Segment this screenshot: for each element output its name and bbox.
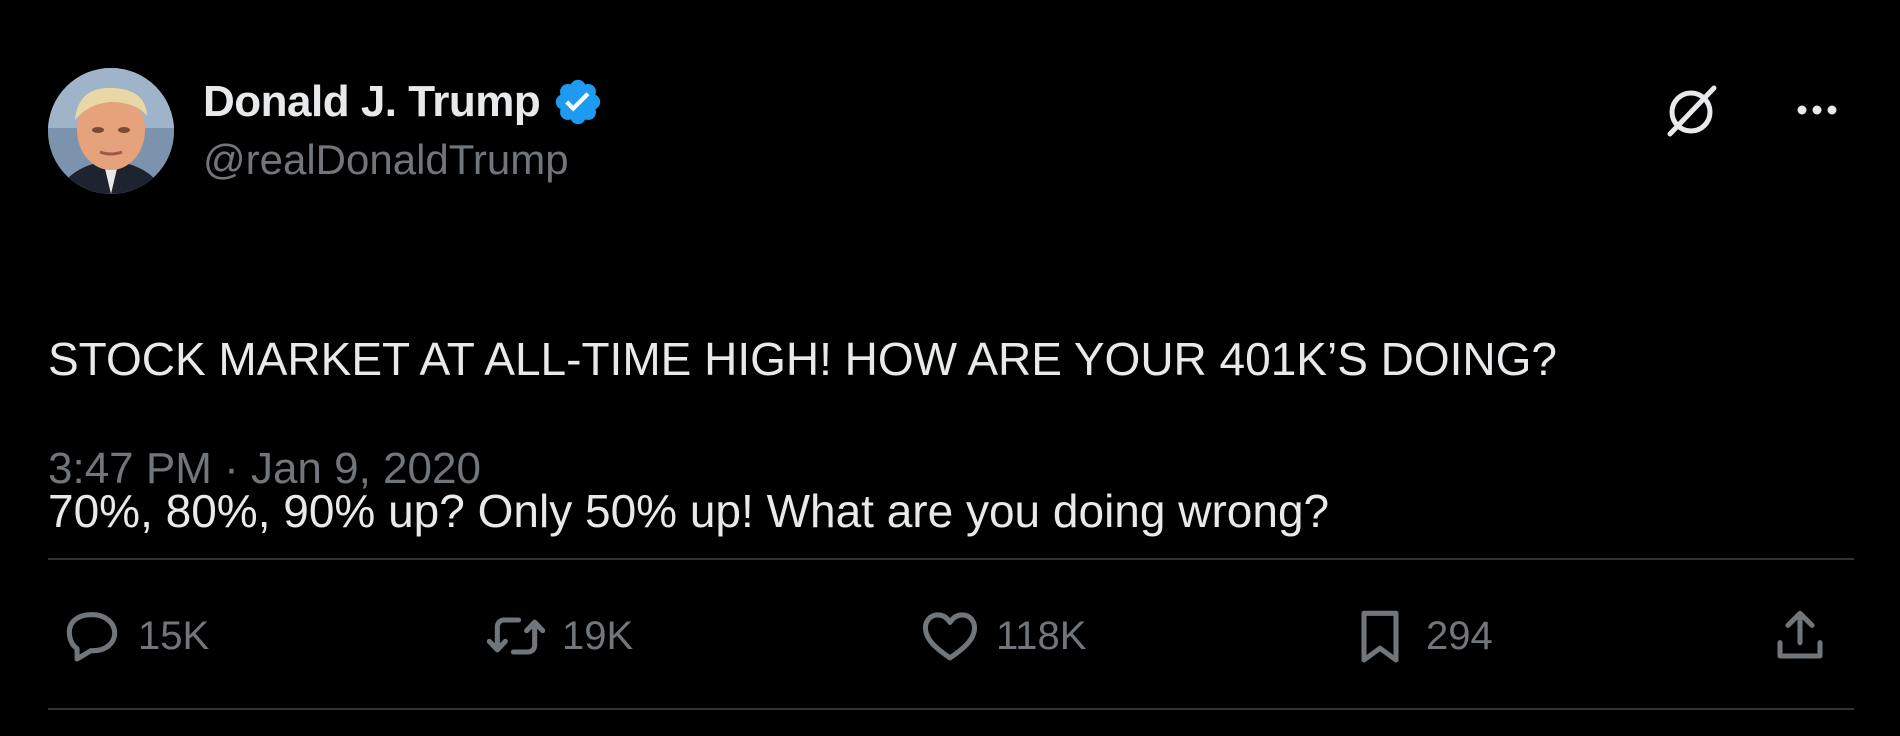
tweet-actions-bar: 15K 19K 118K 294 xyxy=(48,600,1854,672)
retweet-button[interactable]: 19K xyxy=(484,600,633,672)
avatar[interactable] xyxy=(48,68,174,194)
display-name-row: Donald J. Trump xyxy=(203,72,604,132)
reply-icon xyxy=(60,604,124,668)
tweet-text: STOCK MARKET AT ALL-TIME HIGH! HOW ARE Y… xyxy=(48,245,1848,625)
retweet-count: 19K xyxy=(562,613,634,658)
tweet-text-line-1: STOCK MARKET AT ALL-TIME HIGH! HOW ARE Y… xyxy=(48,333,1558,385)
bookmark-count: 294 xyxy=(1426,613,1493,658)
bookmark-button[interactable]: 294 xyxy=(1348,600,1493,672)
share-button[interactable] xyxy=(1768,600,1832,672)
like-button[interactable]: 118K xyxy=(918,600,1086,672)
like-count: 118K xyxy=(996,613,1087,658)
avatar-image xyxy=(48,68,174,194)
bookmark-icon xyxy=(1348,604,1412,668)
divider-bottom xyxy=(48,708,1854,710)
tweet-header: Donald J. Trump @realDonaldTrump xyxy=(48,68,1852,198)
reply-button[interactable]: 15K xyxy=(60,600,209,672)
display-name[interactable]: Donald J. Trump xyxy=(203,77,541,127)
tweet-timestamp[interactable]: 3:47 PM · Jan 9, 2020 xyxy=(48,444,481,494)
more-options-icon[interactable] xyxy=(1782,88,1852,128)
divider-top xyxy=(48,558,1854,560)
heart-icon xyxy=(918,604,982,668)
author-info: Donald J. Trump @realDonaldTrump xyxy=(203,72,604,184)
tweet-card: Donald J. Trump @realDonaldTrump STOCK M… xyxy=(0,0,1900,736)
verified-badge-icon[interactable] xyxy=(552,76,604,128)
grok-icon[interactable] xyxy=(1660,80,1722,142)
share-icon xyxy=(1768,604,1832,668)
reply-count: 15K xyxy=(138,613,210,658)
retweet-icon xyxy=(484,604,548,668)
author-handle[interactable]: @realDonaldTrump xyxy=(203,136,604,184)
